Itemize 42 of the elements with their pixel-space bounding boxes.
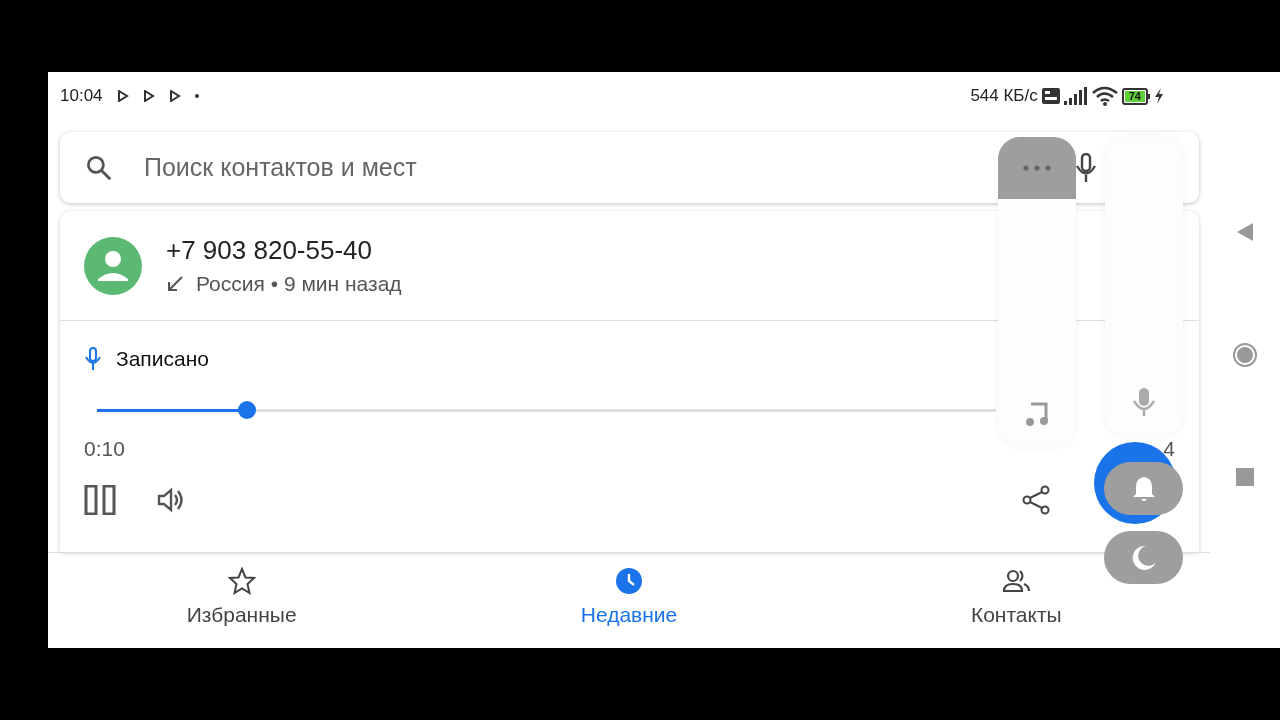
duration-time: 4 [1163, 437, 1175, 461]
music-note-icon [1025, 401, 1049, 427]
elapsed-time: 0:10 [84, 437, 125, 461]
network-speed: 544 КБ/с [970, 86, 1038, 106]
media-volume-slider[interactable] [998, 199, 1076, 447]
play-icon [168, 90, 181, 102]
moon-icon [1130, 544, 1157, 571]
clock-time: 10:04 [60, 86, 103, 106]
call-volume-slider[interactable] [1105, 137, 1183, 437]
microphone-icon [1131, 387, 1157, 417]
phone-number: +7 903 820-55-40 [166, 235, 373, 266]
share-icon[interactable] [1021, 485, 1051, 515]
nav-tab[interactable]: Контакты [822, 553, 1210, 648]
play-icon [142, 90, 155, 102]
dot-icon [194, 94, 199, 98]
ring-mode-button[interactable] [1104, 462, 1183, 515]
wifi-icon [1091, 86, 1118, 106]
back-icon[interactable] [1236, 222, 1254, 242]
avatar-icon [84, 236, 142, 295]
battery-indicator: 74 [1121, 87, 1150, 105]
search-field[interactable]: Поиск контактов и мест [142, 152, 706, 183]
microphone-icon [84, 347, 102, 371]
incoming-call-icon [166, 275, 184, 293]
pause-icon[interactable] [84, 485, 116, 515]
nav-tab[interactable]: Недавние [435, 553, 823, 648]
do-not-disturb-button[interactable] [1104, 531, 1183, 584]
slider-thumb[interactable] [238, 401, 257, 419]
more-icon [1023, 165, 1051, 171]
clock-icon [615, 567, 643, 595]
charging-icon [1154, 88, 1164, 104]
expand-handle[interactable] [998, 137, 1076, 199]
play-icon [116, 90, 129, 102]
microphone-icon[interactable] [1075, 152, 1097, 183]
volte-icon [1041, 88, 1060, 104]
speaker-icon[interactable] [156, 486, 186, 514]
nav-tab[interactable]: Избранные [48, 553, 436, 648]
call-details: Россия • 9 мин назад [196, 272, 402, 296]
home-icon[interactable] [1232, 342, 1258, 368]
star-icon [227, 567, 256, 595]
signal-icon [1063, 87, 1088, 105]
people-icon [1002, 567, 1031, 595]
recording-label: Записано [116, 347, 209, 371]
